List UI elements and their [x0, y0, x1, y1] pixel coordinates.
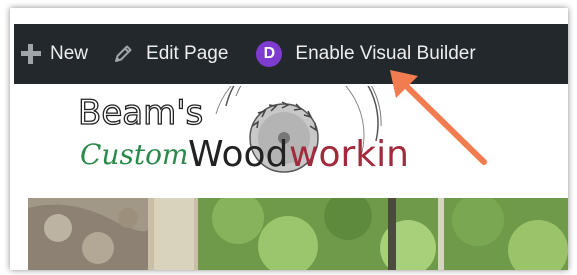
site-logo[interactable]: Beam's Custom Wood working — [76, 86, 406, 192]
edit-page-label: Edit Page — [146, 43, 229, 64]
logo-line3-wood: Wood — [188, 134, 288, 175]
logo-line2: Custom — [80, 138, 189, 171]
edit-page-button[interactable]: Edit Page — [112, 24, 228, 84]
divi-logo-icon: D — [256, 41, 283, 67]
pencil-icon — [115, 45, 132, 62]
enable-visual-builder-button[interactable]: D Enable Visual Builder — [256, 24, 476, 84]
visual-builder-label: Enable Visual Builder — [295, 43, 476, 64]
hero-image — [28, 198, 568, 270]
new-label: New — [50, 43, 89, 64]
logo-line3-working: working — [289, 134, 406, 175]
admin-bar: New Edit Page D Enable Visual Builder — [14, 24, 568, 84]
new-button[interactable]: New — [20, 24, 88, 84]
plus-icon — [20, 43, 42, 65]
logo-line1: Beam's — [78, 93, 203, 133]
